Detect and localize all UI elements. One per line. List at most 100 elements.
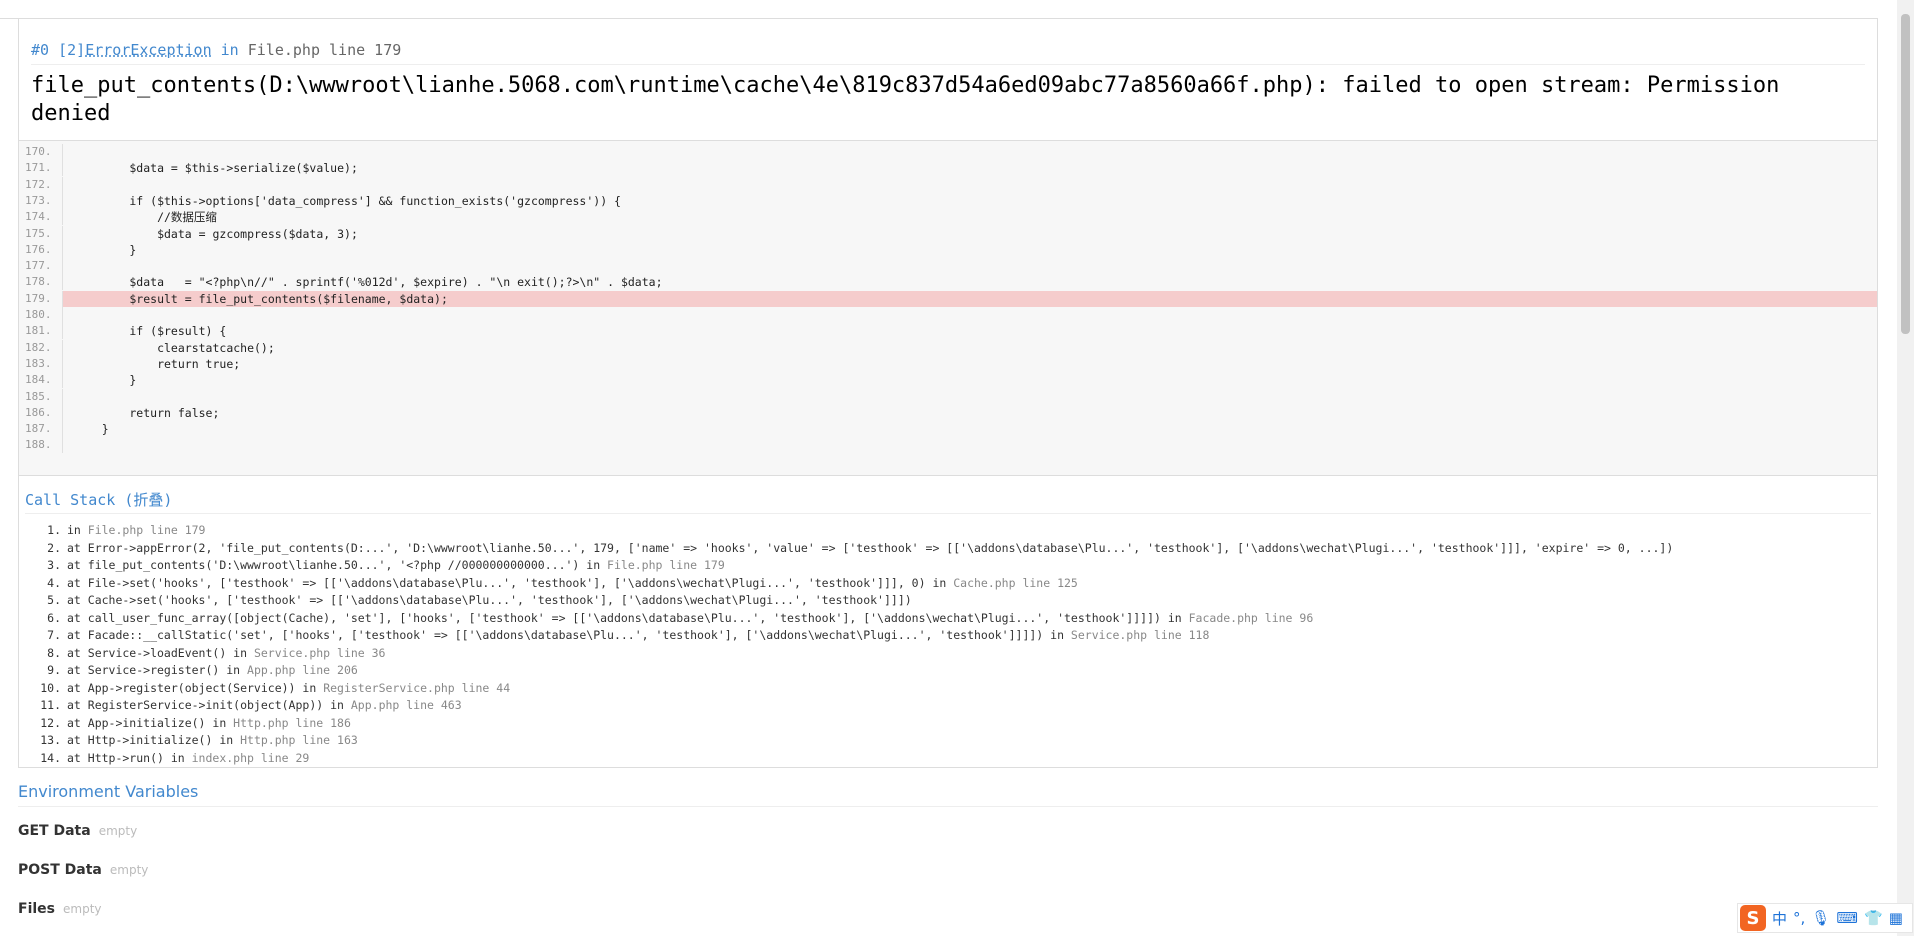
code-text: if ($this->options['data_compress'] && f… <box>74 193 621 208</box>
env-section-value: empty <box>109 863 149 877</box>
gutter-divider <box>62 372 63 389</box>
ime-mode-toggle[interactable]: 中 <box>1772 908 1787 929</box>
source-line: 178. $data = "<?php\n//" . sprintf('%012… <box>19 274 1877 291</box>
line-number: 170. <box>25 145 52 158</box>
call-stack-toggle[interactable]: Call Stack (折叠) <box>25 489 172 510</box>
call-stack-location: index.php line 29 <box>191 750 310 765</box>
call-stack-item: 4. at File->set('hooks', ['testhook' => [… <box>25 575 1865 593</box>
source-line: 188. <box>19 437 1877 454</box>
source-line: 184. } <box>19 372 1877 389</box>
call-stack-list: 1. in File.php line 179 2. at Error->appErr… <box>25 522 1865 767</box>
call-stack-call: at Http->initialize() in <box>67 733 241 747</box>
line-number: 174. <box>25 210 52 224</box>
call-stack-index: 13. <box>40 733 61 747</box>
gutter-divider <box>62 241 63 258</box>
gutter-divider <box>62 274 63 291</box>
grid-menu-icon[interactable]: ▦ <box>1889 909 1903 927</box>
line-number: 178. <box>25 275 52 289</box>
call-stack-item: 5. at Cache->set('hooks', ['testhook' => … <box>25 592 1865 610</box>
code-text: $data = "<?php\n//" . sprintf('%012d', $… <box>74 275 663 290</box>
call-stack-call: at Cache->set('hooks', ['testhook' => [[… <box>67 593 912 607</box>
call-stack-call: at App->register(object(Service)) in <box>67 680 324 695</box>
call-stack-index: 6. <box>47 610 61 625</box>
code-text: $data = gzcompress($data, 3); <box>74 226 358 241</box>
env-section-post-data: POST Data empty <box>18 862 148 878</box>
call-stack-location: RegisterService.php line 44 <box>323 680 511 695</box>
ime-toolbar[interactable]: S 中 °, 🎙 ⌨ 👕 ▦ <box>1737 903 1913 933</box>
call-stack-location: File.php line 179 <box>607 558 725 572</box>
keyboard-icon[interactable]: ⌨ <box>1836 909 1858 927</box>
call-stack-index: 7. <box>47 628 61 642</box>
call-stack-index: 3. <box>47 558 61 572</box>
source-line: 186. return false; <box>19 404 1877 421</box>
call-stack-item: 6. at call_user_func_array([object(Cache)… <box>25 610 1865 628</box>
call-stack-item: 2. at Error->appError(2, 'file_put_conten… <box>25 540 1865 558</box>
gutter-divider <box>62 421 63 438</box>
code-text: } <box>74 373 137 388</box>
line-number: 186. <box>25 405 52 419</box>
env-section-value: empty <box>98 824 138 838</box>
call-stack-location: File.php line 179 <box>87 523 206 537</box>
source-line: 170. <box>19 144 1877 160</box>
source-line: 182. clearstatcache(); <box>19 339 1877 356</box>
call-stack-call: at File->set('hooks', ['testhook' => [['… <box>67 575 954 590</box>
gutter-divider <box>62 339 63 356</box>
source-line: 173. if ($this->options['data_compress']… <box>19 192 1877 209</box>
exception-panel: #0 [2]ErrorException in File.php line 17… <box>18 18 1878 768</box>
call-stack-item: 7. at Facade::__callStatic('set', ['hooks… <box>25 627 1865 645</box>
code-text: $result = file_put_contents($filename, $… <box>63 290 1877 307</box>
line-number: 188. <box>25 438 52 452</box>
line-number: 177. <box>25 259 52 273</box>
call-stack-index: 14. <box>40 750 61 765</box>
environment-variables-title: Environment Variables <box>18 782 199 801</box>
call-stack-index: 12. <box>40 715 61 730</box>
skin-shirt-icon[interactable]: 👕 <box>1864 909 1883 927</box>
line-number: 187. <box>25 422 52 436</box>
call-stack-call: at Error->appError(2, 'file_put_contents… <box>67 540 1674 555</box>
line-number: 185. <box>25 389 52 403</box>
source-line: 175. $data = gzcompress($data, 3); <box>19 225 1877 242</box>
env-section-label: GET Data <box>18 823 91 839</box>
call-stack-call: at App->initialize() in <box>67 715 234 730</box>
gutter-divider <box>62 144 63 160</box>
call-stack-index: 1. <box>47 523 61 537</box>
call-stack-call: in <box>67 523 88 537</box>
env-section-label: POST Data <box>18 862 102 878</box>
call-stack-location: Service.php line 36 <box>253 645 386 660</box>
call-stack-item: 8. at Service->loadEvent() in Service.php… <box>25 645 1865 663</box>
call-stack-item: 10. at App->register(object(Service)) in … <box>25 680 1865 698</box>
gutter-divider <box>62 355 63 372</box>
code-text: } <box>74 242 137 257</box>
microphone-icon[interactable]: 🎙 <box>1811 909 1830 927</box>
call-stack-index: 11. <box>40 698 61 712</box>
sogou-logo-icon[interactable]: S <box>1740 905 1766 931</box>
line-number: 181. <box>25 324 52 338</box>
scrollbar-thumb[interactable] <box>1901 14 1910 334</box>
line-number: 179. <box>25 291 52 305</box>
line-number: 183. <box>25 356 52 370</box>
call-stack-item: 1. in File.php line 179 <box>25 522 1865 540</box>
source-line: 171. $data = $this->serialize($value); <box>19 160 1877 177</box>
exception-header: #0 [2]ErrorException in File.php line 17… <box>31 41 401 59</box>
call-stack-call: at Service->loadEvent() in <box>67 645 254 660</box>
env-section-get-data: GET Data empty <box>18 823 137 839</box>
ime-punctuation-toggle[interactable]: °, <box>1793 909 1805 927</box>
call-stack-call: at RegisterService->init(object(App)) in <box>67 698 351 712</box>
call-stack-item: 3. at file_put_contents('D:\wwwroot\lianh… <box>25 557 1865 575</box>
call-stack-item: 12. at App->initialize() in Http.php line… <box>25 715 1865 733</box>
gutter-divider <box>62 404 63 421</box>
header-divider <box>31 64 1865 65</box>
gutter-divider <box>62 192 63 209</box>
gutter-divider <box>62 209 63 226</box>
vertical-scrollbar[interactable] <box>1897 0 1914 936</box>
call-stack-call: at call_user_func_array([object(Cache), … <box>67 610 1189 625</box>
code-text: $data = $this->serialize($value); <box>74 161 358 176</box>
exception-class-link[interactable]: ErrorException <box>85 41 211 59</box>
call-stack-call: at Service->register() in <box>67 663 248 677</box>
code-text: return true; <box>74 356 241 371</box>
env-section-label: Files <box>18 901 55 917</box>
call-stack-location: Http.php line 163 <box>240 733 358 747</box>
gutter-divider <box>62 176 63 193</box>
environment-divider <box>18 806 1878 807</box>
call-stack-item: 14. at Http->run() in index.php line 29 <box>25 750 1865 768</box>
